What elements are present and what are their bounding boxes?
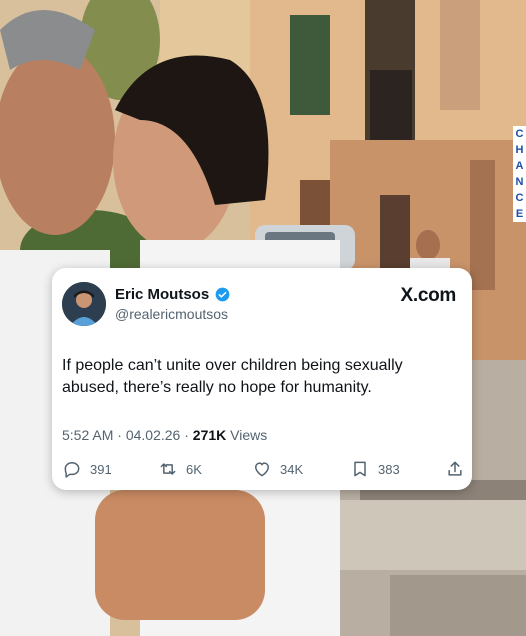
sign-letter: E [515, 208, 524, 220]
reply-icon [64, 462, 80, 478]
chance-sign: C H A N C E [513, 126, 526, 222]
like-button[interactable]: 34K [252, 458, 303, 480]
author-handle[interactable]: @realericmoutsos [115, 306, 228, 322]
views-count: 271K [192, 427, 227, 443]
verified-badge-icon [215, 287, 230, 302]
sign-letter: C [515, 192, 524, 204]
tweet-card[interactable]: Eric Moutsos @realericmoutsos X.com If p… [52, 268, 472, 490]
like-icon [255, 462, 269, 477]
reply-button[interactable]: 391 [62, 458, 112, 480]
sign-letter: N [515, 176, 524, 188]
views-label: Views [230, 427, 268, 443]
tweet-time[interactable]: 5:52 AM [62, 427, 113, 443]
sign-letter: C [515, 128, 524, 140]
avatar[interactable] [62, 282, 106, 326]
repost-button[interactable]: 6K [158, 458, 202, 480]
bookmark-button[interactable]: 383 [350, 458, 400, 480]
author-name[interactable]: Eric Moutsos [115, 286, 209, 303]
like-count: 34K [280, 461, 304, 477]
x-brand-label: X.com [400, 285, 456, 306]
tweet-date[interactable]: 04.02.26 [126, 427, 181, 443]
sign-letter: A [515, 160, 524, 172]
sign-letter: H [515, 144, 524, 156]
meta-separator: · [117, 427, 126, 443]
repost-icon [160, 463, 176, 475]
tweet-actions: 391 6K 34K 383 [62, 458, 464, 480]
share-button[interactable] [445, 458, 465, 480]
repost-count: 6K [186, 461, 202, 477]
tweet-meta: 5:52 AM · 04.02.26 · 271K Views [62, 427, 267, 443]
meta-separator: · [184, 427, 193, 443]
share-icon [448, 461, 462, 476]
reply-count: 391 [90, 461, 112, 477]
bookmark-count: 383 [378, 461, 400, 477]
bookmark-icon [354, 461, 366, 477]
tweet-text: If people can’t unite over children bein… [62, 357, 403, 396]
